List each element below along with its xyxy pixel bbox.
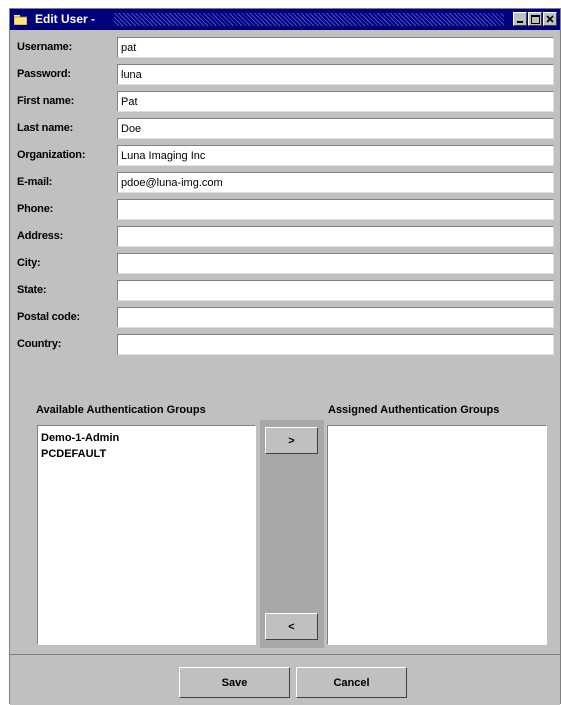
close-button[interactable] bbox=[543, 12, 557, 26]
close-icon bbox=[546, 15, 554, 23]
available-groups-header: Available Authentication Groups bbox=[36, 404, 206, 416]
phone-label: Phone: bbox=[17, 203, 54, 215]
state-input[interactable] bbox=[117, 280, 554, 301]
country-input[interactable] bbox=[117, 334, 554, 355]
available-groups-list[interactable]: Demo-1-Admin PCDEFAULT bbox=[37, 425, 256, 645]
assigned-groups-list[interactable] bbox=[327, 425, 547, 645]
add-group-button[interactable]: > bbox=[265, 427, 318, 454]
last-name-label: Last name: bbox=[17, 122, 74, 134]
title-bar[interactable]: Edit User - bbox=[10, 9, 560, 30]
organization-input[interactable] bbox=[117, 145, 554, 166]
state-label: State: bbox=[17, 284, 47, 296]
email-label: E-mail: bbox=[17, 176, 53, 188]
window-title: Edit User - bbox=[35, 12, 96, 26]
title-bar-pattern bbox=[114, 13, 504, 26]
folder-icon bbox=[13, 14, 28, 26]
password-input[interactable] bbox=[117, 64, 554, 85]
city-input[interactable] bbox=[117, 253, 554, 274]
last-name-input[interactable] bbox=[117, 118, 554, 139]
first-name-input[interactable] bbox=[117, 91, 554, 112]
phone-input[interactable] bbox=[117, 199, 554, 220]
assigned-groups-header: Assigned Authentication Groups bbox=[328, 404, 500, 416]
list-item[interactable]: PCDEFAULT bbox=[41, 446, 252, 462]
first-name-label: First name: bbox=[17, 95, 75, 107]
minimize-button[interactable] bbox=[513, 12, 527, 26]
email-input[interactable] bbox=[117, 172, 554, 193]
organization-label: Organization: bbox=[17, 149, 86, 161]
country-label: Country: bbox=[17, 338, 62, 350]
username-input[interactable] bbox=[117, 37, 554, 58]
save-button[interactable]: Save bbox=[179, 667, 290, 698]
cancel-button[interactable]: Cancel bbox=[296, 667, 407, 698]
postal-code-input[interactable] bbox=[117, 307, 554, 328]
maximize-icon bbox=[530, 14, 540, 24]
city-label: City: bbox=[17, 257, 41, 269]
address-input[interactable] bbox=[117, 226, 554, 247]
remove-group-button[interactable]: < bbox=[265, 613, 318, 640]
postal-code-label: Postal code: bbox=[17, 311, 81, 323]
password-label: Password: bbox=[17, 68, 71, 80]
address-label: Address: bbox=[17, 230, 64, 242]
list-item[interactable]: Demo-1-Admin bbox=[41, 430, 252, 446]
edit-user-window: Edit User - Username: Password: First na… bbox=[9, 8, 561, 705]
username-label: Username: bbox=[17, 41, 73, 53]
maximize-button[interactable] bbox=[528, 12, 542, 26]
minimize-icon bbox=[517, 21, 523, 23]
